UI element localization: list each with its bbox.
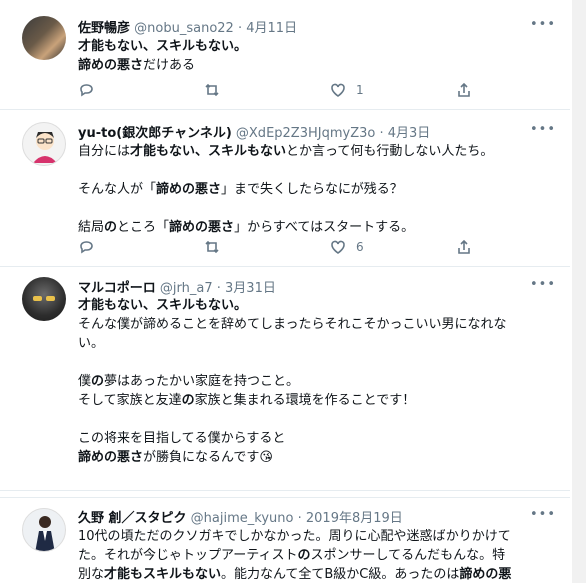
tweet-3[interactable]: マルコポーロ @jrh_a7 · 3月31日 ••• 才能もない、スキルもない。…	[0, 267, 570, 491]
more-icon[interactable]: •••	[530, 122, 556, 137]
tweet-text: 10代の頃ただのクソガキでしかなかった。周りに心配や迷惑ばかりかけて た。それが…	[78, 529, 512, 582]
more-icon[interactable]: •••	[530, 507, 556, 522]
reply-icon	[80, 84, 93, 97]
tweet-header: マルコポーロ @jrh_a7 · 3月31日	[78, 281, 276, 296]
tweet-header: yu-to(銀次郎チャンネル) @XdEp2Z3HJqmyZ3o · 4月3日	[78, 126, 431, 141]
retweet-button[interactable]	[204, 82, 230, 98]
avatar[interactable]	[22, 16, 66, 60]
sunglasses-avatar-icon	[33, 296, 55, 301]
retweet-icon	[205, 240, 219, 254]
tweet-actions: 1	[78, 82, 478, 100]
handle[interactable]: @XdEp2Z3HJqmyZ3o	[236, 126, 375, 141]
tweet-date[interactable]: 4月11日	[246, 21, 297, 36]
tweet-date[interactable]: 3月31日	[225, 281, 276, 296]
share-icon	[458, 239, 470, 254]
reply-button[interactable]	[78, 239, 104, 255]
more-icon[interactable]: •••	[530, 277, 556, 292]
like-button[interactable]: 6	[330, 239, 364, 255]
more-icon[interactable]: •••	[530, 17, 556, 32]
reply-icon	[80, 241, 93, 254]
kiss-emoji-icon: 😘	[259, 450, 273, 465]
tweet-2[interactable]: yu-to(銀次郎チャンネル) @XdEp2Z3HJqmyZ3o · 4月3日 …	[0, 110, 570, 267]
like-icon	[331, 240, 345, 254]
retweet-button[interactable]	[204, 239, 230, 255]
tweet-text: 才能もない、スキルもない。 そんな僕が諦めることを辞めてしまったらそれこそかっこ…	[78, 298, 507, 465]
avatar[interactable]	[22, 508, 66, 552]
tweet-text: 才能もない、スキルもない。 諦めの悪さだけある	[78, 39, 248, 73]
retweet-icon	[205, 83, 219, 97]
anime-avatar-icon	[33, 132, 57, 163]
handle[interactable]: @nobu_sano22	[134, 21, 234, 36]
display-name[interactable]: マルコポーロ	[78, 281, 156, 296]
share-icon	[458, 82, 470, 97]
person-avatar-icon	[35, 516, 55, 551]
tweet-text: 自分には才能もない、スキルもないとか言って何も行動しない人たち。 そんな人が「諦…	[78, 144, 494, 235]
reply-button[interactable]	[78, 82, 104, 98]
handle[interactable]: @hajime_kyuno	[191, 511, 294, 526]
tweet-actions: 6	[78, 239, 478, 257]
share-button[interactable]	[456, 82, 472, 98]
tweet-4[interactable]: 久野 創／スタピク @hajime_kyuno · 2019年8月19日 •••…	[0, 497, 570, 583]
tweet-date[interactable]: 2019年8月19日	[306, 511, 403, 526]
like-count: 1	[356, 83, 364, 97]
avatar[interactable]	[22, 277, 66, 321]
display-name[interactable]: yu-to(銀次郎チャンネル)	[78, 126, 232, 141]
tweet-header: 久野 創／スタピク @hajime_kyuno · 2019年8月19日	[78, 511, 403, 526]
display-name[interactable]: 佐野暢彦	[78, 21, 130, 36]
scrollbar[interactable]	[572, 0, 586, 583]
tweet-1[interactable]: 佐野暢彦 @nobu_sano22 · 4月11日 ••• 才能もない、スキルも…	[0, 0, 570, 110]
handle[interactable]: @jrh_a7	[160, 281, 213, 296]
like-icon	[331, 83, 345, 97]
share-button[interactable]	[456, 239, 472, 255]
display-name[interactable]: 久野 創／スタピク	[78, 511, 187, 526]
avatar[interactable]	[22, 122, 66, 166]
like-count: 6	[356, 240, 364, 254]
like-button[interactable]: 1	[330, 82, 364, 98]
tweet-date[interactable]: 4月3日	[388, 126, 431, 141]
tweet-header: 佐野暢彦 @nobu_sano22 · 4月11日	[78, 21, 298, 36]
